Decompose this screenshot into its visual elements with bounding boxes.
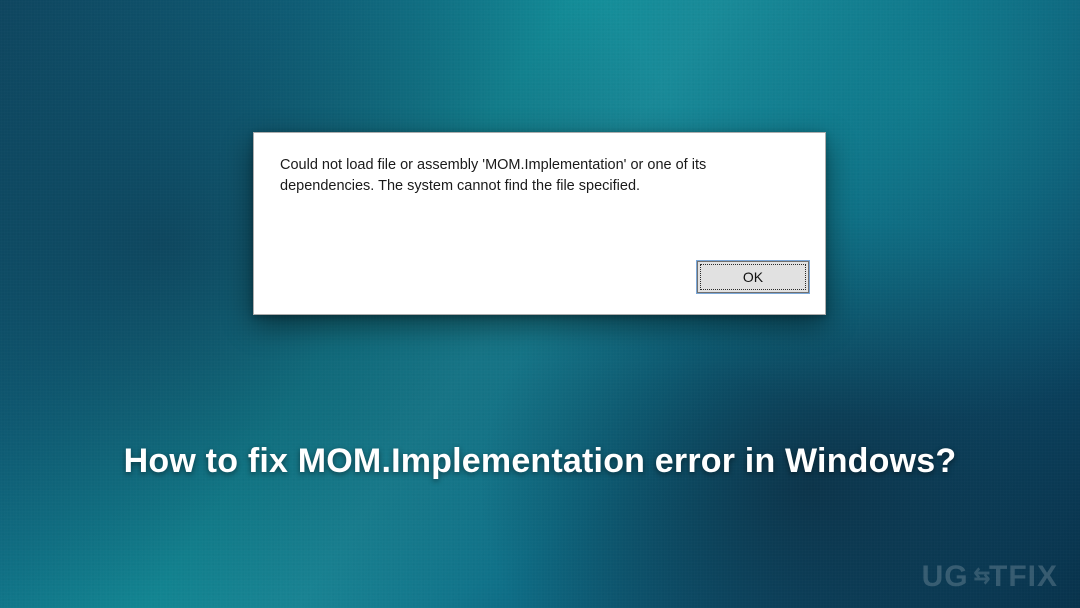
- article-headline: How to fix MOM.Implementation error in W…: [0, 442, 1080, 481]
- dialog-message: Could not load file or assembly 'MOM.Imp…: [280, 155, 750, 197]
- watermark-left: UG: [922, 560, 969, 594]
- dialog-footer: OK: [254, 254, 825, 314]
- swap-icon: ⇆: [973, 563, 984, 589]
- ok-button[interactable]: OK: [697, 261, 809, 293]
- watermark-right: TFIX: [989, 560, 1058, 594]
- watermark-logo: UG ⇆ TFIX: [922, 560, 1058, 594]
- dialog-body: Could not load file or assembly 'MOM.Imp…: [254, 133, 825, 254]
- error-dialog: Could not load file or assembly 'MOM.Imp…: [253, 132, 826, 315]
